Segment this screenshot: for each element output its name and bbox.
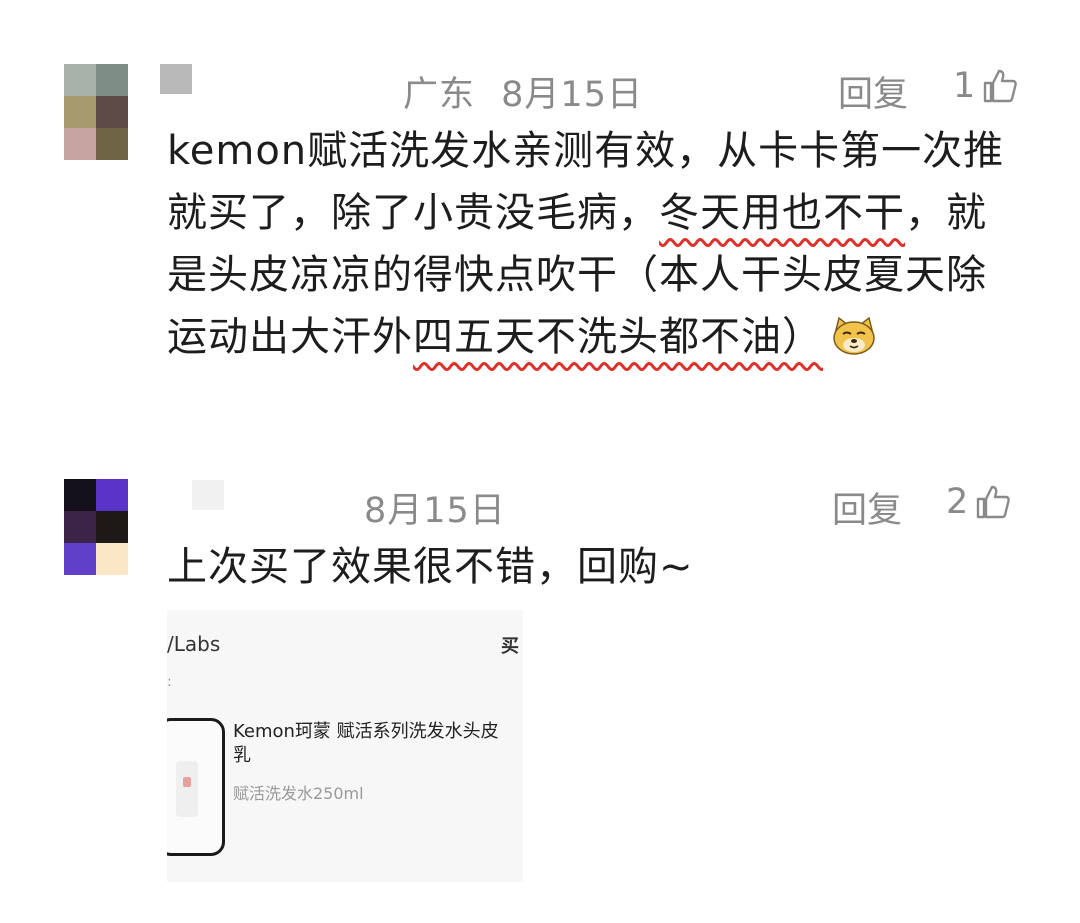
avatar[interactable] xyxy=(64,479,128,575)
store-name: /Labs xyxy=(167,632,221,656)
highlighted-text: 冬天用也不干 xyxy=(659,190,905,236)
comment-date: 8月15日 xyxy=(364,491,506,531)
like-button[interactable]: 2 xyxy=(946,482,1012,522)
cat-face-emoji-icon xyxy=(831,312,877,374)
thumbs-up-icon xyxy=(974,483,1012,521)
like-count: 2 xyxy=(946,482,969,522)
comment-line: 上次买了效果很不错，回购~ xyxy=(167,544,694,590)
like-count: 1 xyxy=(953,66,976,106)
comment-body: kemon赋活洗发水亲测有效，从卡卡第一次推 就买了，除了小贵没毛病，冬天用也不… xyxy=(167,120,1004,374)
username-redacted[interactable] xyxy=(192,480,224,510)
comment-meta: 8月15日 xyxy=(364,482,506,533)
buy-button[interactable]: 买 xyxy=(501,632,519,658)
product-spec: 赋活洗发水250ml xyxy=(233,784,364,803)
comment-meta: 广东 8月15日 xyxy=(403,66,643,117)
reply-button[interactable]: 回复 xyxy=(838,66,908,117)
comment-line: kemon赋活洗发水亲测有效，从卡卡第一次推 xyxy=(167,128,1005,174)
card-dot: : xyxy=(167,674,172,690)
product-card[interactable]: /Labs 买 : Kemon珂蒙 赋活系列洗发水头皮乳 赋活洗发水250ml xyxy=(167,610,523,882)
comment-date: 8月15日 xyxy=(501,75,643,115)
username-redacted[interactable] xyxy=(160,64,192,94)
product-thumbnail xyxy=(167,718,225,856)
highlighted-text: 四五天不洗头都不油） xyxy=(413,314,823,360)
thumbs-up-icon xyxy=(981,67,1019,105)
like-button[interactable]: 1 xyxy=(953,66,1019,106)
comment-location: 广东 xyxy=(403,75,476,115)
comment-line: 是头皮凉凉的得快点吹干（本人干头皮夏天除 xyxy=(167,252,987,298)
avatar[interactable] xyxy=(64,64,128,160)
comment-body: 上次买了效果很不错，回购~ xyxy=(167,536,694,598)
comment-line: 就买了，除了小贵没毛病，冬天用也不干，就 xyxy=(167,190,987,236)
comment-line: 运动出大汗外四五天不洗头都不油） xyxy=(167,306,1004,374)
shampoo-bottle-icon xyxy=(176,761,198,817)
reply-button[interactable]: 回复 xyxy=(832,482,902,533)
product-title[interactable]: Kemon珂蒙 赋活系列洗发水头皮乳 xyxy=(233,720,513,768)
